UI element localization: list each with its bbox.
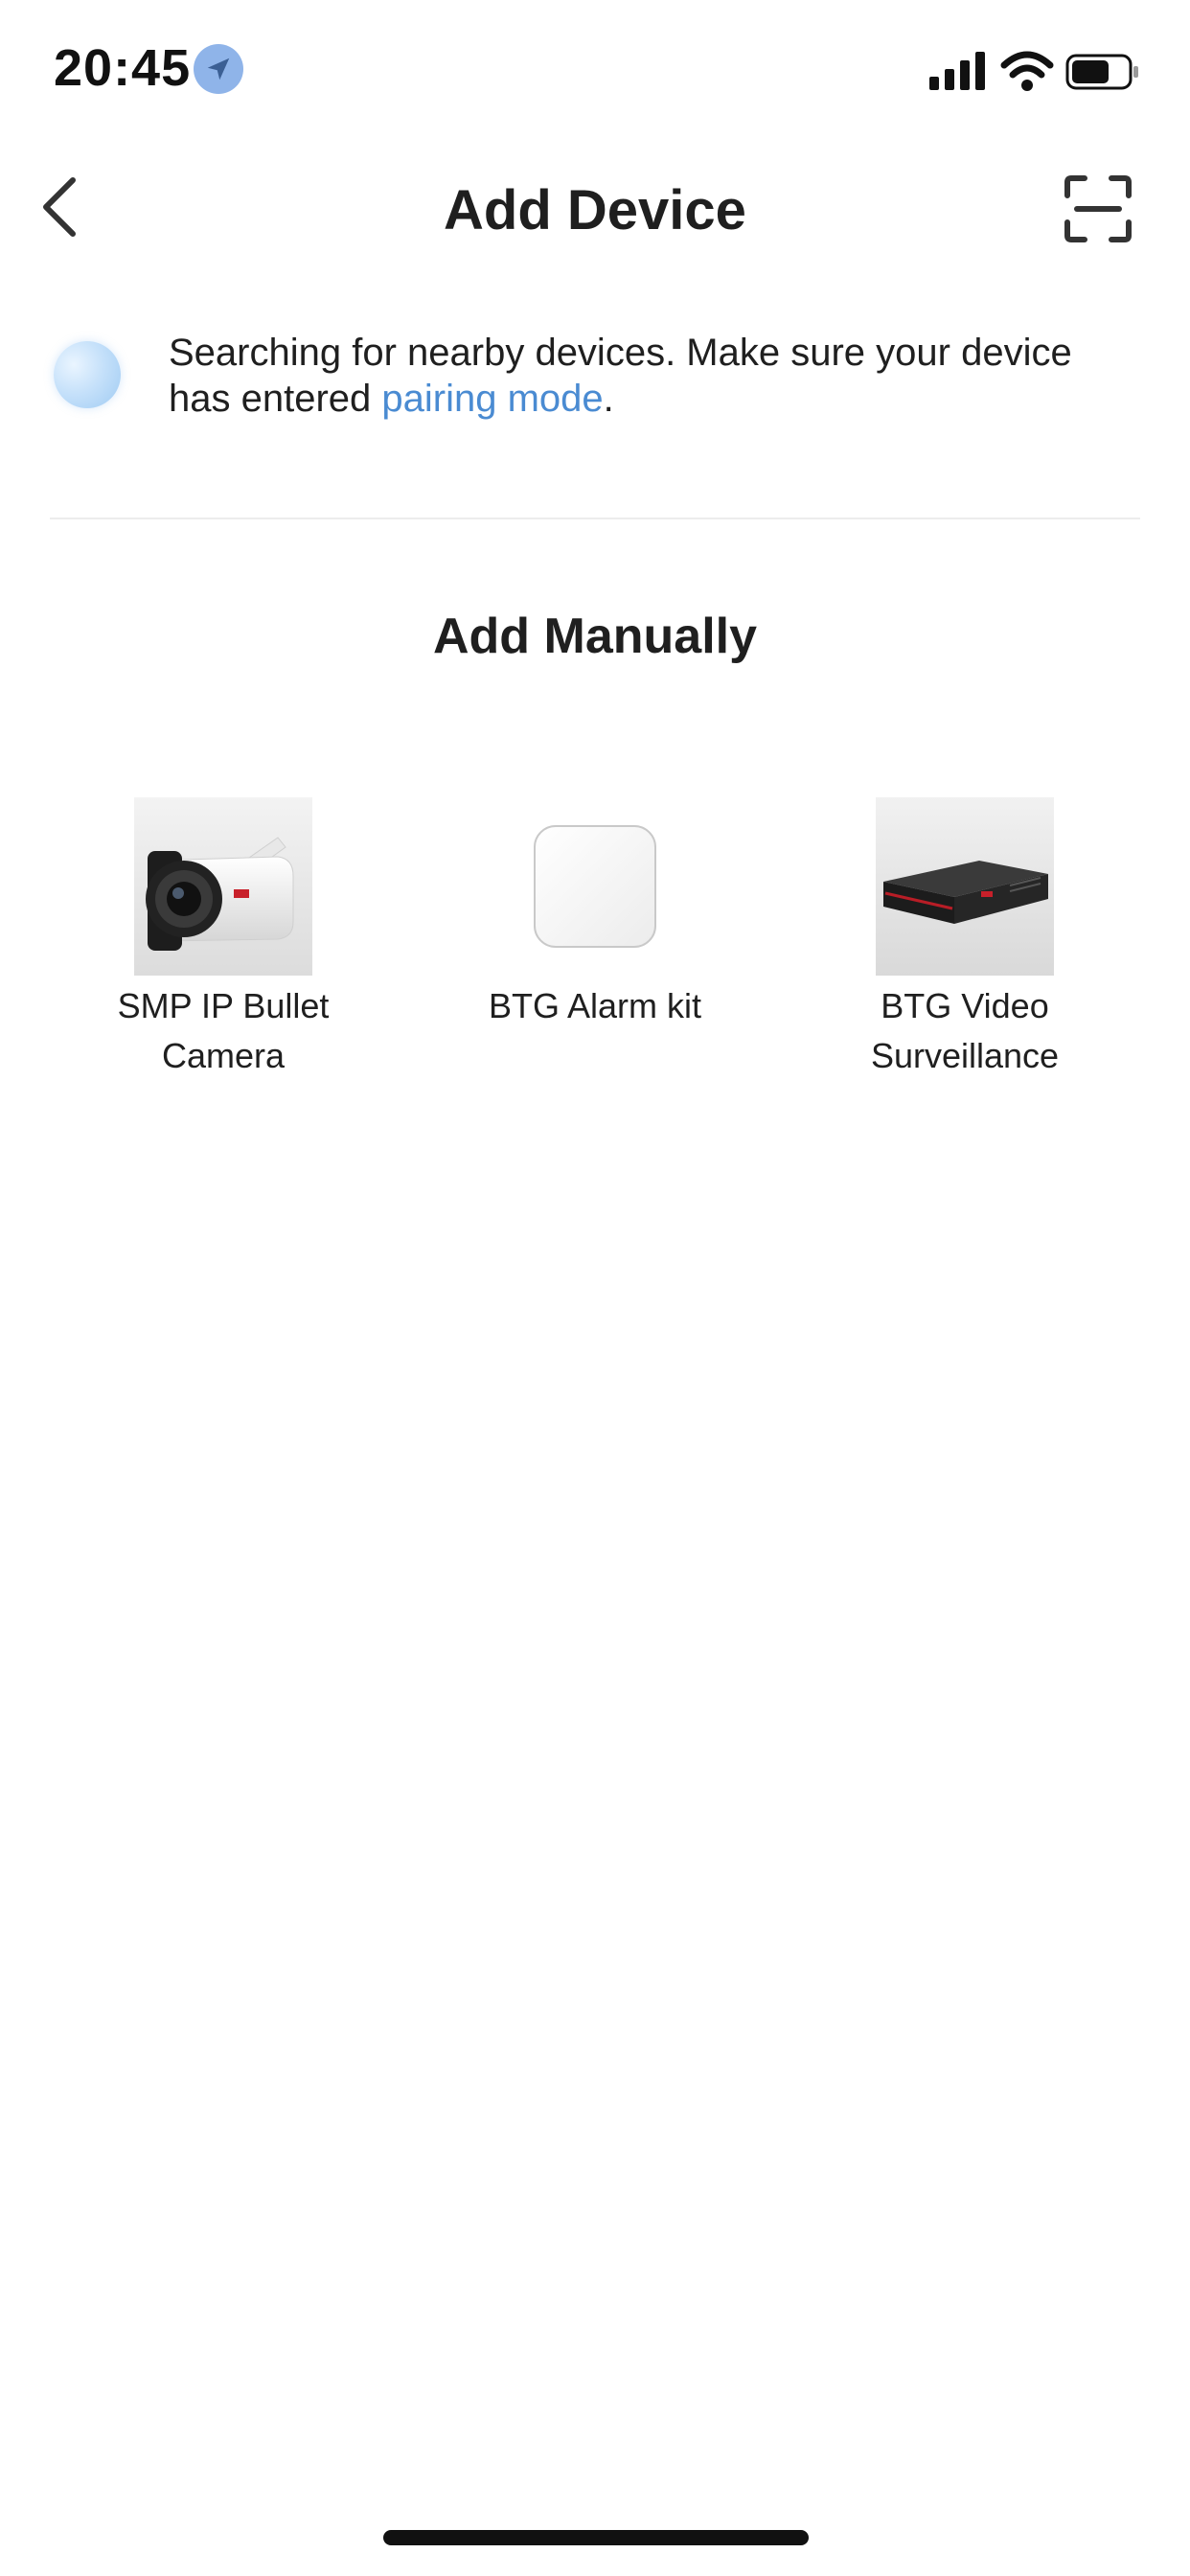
home-indicator[interactable] — [383, 2530, 809, 2545]
page-title: Add Device — [444, 179, 746, 242]
search-status-text: Searching for nearby devices. Make sure … — [169, 330, 1136, 422]
location-arrow-icon — [194, 44, 243, 94]
device-label: BTG Alarm kit — [488, 986, 702, 1025]
status-bar: 20:45 — [0, 0, 1190, 144]
pairing-mode-link[interactable]: pairing mode — [381, 378, 603, 420]
device-item-video-surveillance[interactable]: BTG Video Surveillance — [807, 797, 1123, 1081]
wifi-icon — [1000, 51, 1054, 91]
bullet-camera-image — [134, 797, 312, 976]
add-manually-title: Add Manually — [432, 609, 758, 664]
divider — [50, 518, 1140, 519]
cellular-signal-icon — [929, 52, 985, 90]
battery-icon — [1065, 54, 1138, 90]
search-status-message: Searching for nearby devices. Make sure … — [169, 332, 1072, 420]
device-label: BTG Video Surveillance — [870, 986, 1060, 1075]
search-banner: Searching for nearby devices. Make sure … — [0, 316, 1190, 450]
alarm-kit-image — [506, 797, 684, 976]
device-item-alarm-kit[interactable]: BTG Alarm kit — [437, 797, 753, 1031]
nav-bar: Add Device — [0, 144, 1190, 278]
video-recorder-image — [876, 797, 1054, 976]
device-label: SMP IP Bullet Camera — [117, 986, 330, 1075]
status-time: 20:45 — [54, 39, 192, 97]
searching-spinner-icon — [54, 341, 121, 408]
scan-icon[interactable] — [1064, 174, 1133, 243]
search-status-period: . — [603, 378, 614, 420]
device-item-bullet-camera[interactable]: SMP IP Bullet Camera — [65, 797, 381, 1081]
